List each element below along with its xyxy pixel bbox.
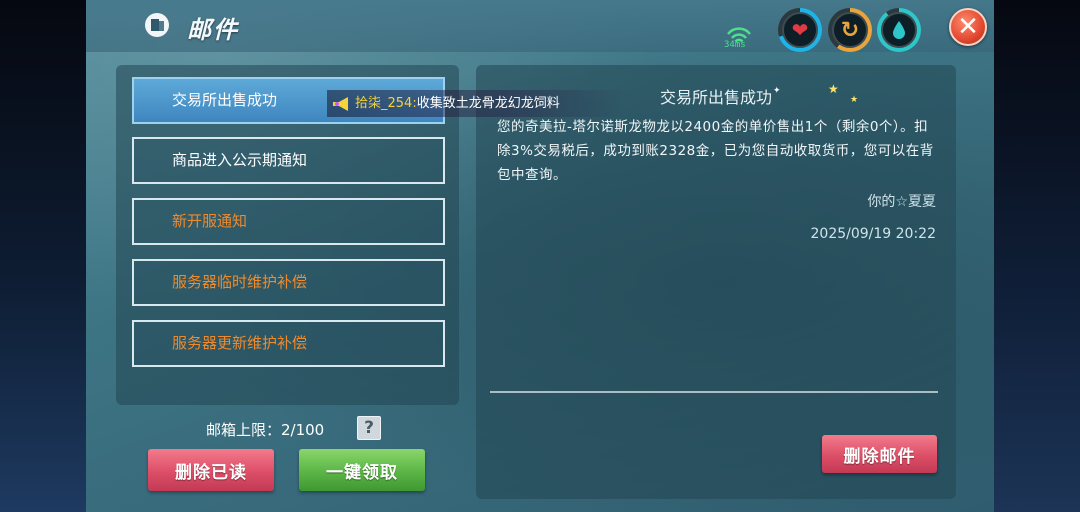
divider — [490, 391, 938, 393]
collect-all-button[interactable]: 一键领取 — [299, 449, 425, 491]
stamina-icon: ↻ — [840, 17, 860, 43]
help-button[interactable]: ? — [357, 416, 381, 440]
broadcast-message: 收集致土龙骨龙幻龙饲料 — [416, 96, 560, 111]
mail-date: 2025/09/19 20:22 — [810, 226, 937, 242]
window-title: 邮件 — [187, 16, 239, 44]
heart-icon: ❤ — [791, 18, 809, 42]
game-screen: 邮件 34ms ❤ ↻ ✕ 交易所出售成功 商品进入公示期通知 新开服通知 服务… — [0, 0, 1080, 512]
health-status[interactable]: ❤ — [778, 8, 822, 52]
sparkle-icon: ★ — [850, 95, 859, 105]
mail-box-icon — [145, 13, 169, 37]
mail-item-publicity-notice[interactable]: 商品进入公示期通知 — [132, 137, 445, 184]
megaphone-icon — [333, 97, 348, 111]
mail-sender: 你的☆夏夏 — [867, 194, 936, 210]
mailbox-limit: 邮箱上限：2/100 — [206, 421, 325, 439]
delete-read-button[interactable]: 删除已读 — [148, 449, 274, 491]
mail-item-temp-maintenance[interactable]: 服务器临时维护补偿 — [132, 259, 445, 306]
mail-body: 您的奇美拉-塔尔诺斯龙物龙以2400金的单价售出1个（剩余0个）。扣除3%交易税… — [497, 119, 934, 183]
ping-label: 34ms — [724, 40, 746, 50]
sparkle-icon: ✦ — [773, 86, 781, 96]
broadcast-player: 拾柒_254: — [355, 96, 417, 111]
water-status[interactable] — [877, 8, 921, 52]
stamina-status[interactable]: ↻ — [828, 8, 872, 52]
mail-item-new-server[interactable]: 新开服通知 — [132, 198, 445, 245]
sparkle-icon: ★ — [828, 82, 839, 96]
background-left — [0, 0, 86, 512]
delete-mail-button[interactable]: 删除邮件 — [822, 435, 937, 473]
close-button[interactable]: ✕ — [949, 8, 987, 46]
mail-item-update-maintenance[interactable]: 服务器更新维护补偿 — [132, 320, 445, 367]
background-right — [994, 0, 1080, 512]
water-drop-icon — [893, 21, 905, 39]
broadcast-banner: 拾柒_254:收集致土龙骨龙幻龙饲料 — [327, 90, 627, 117]
